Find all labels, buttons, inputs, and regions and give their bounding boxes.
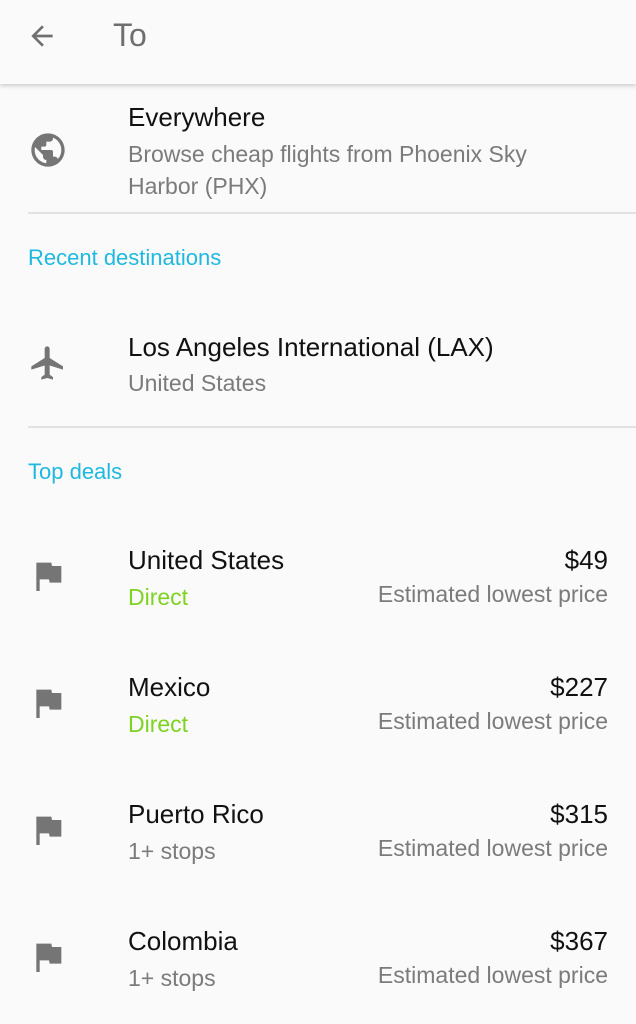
everywhere-title: Everywhere [128,102,266,132]
deal-country: United States [128,545,285,575]
page-title: To [113,17,147,53]
everywhere-subtitle-line2: Harbor (PHX) [128,173,268,199]
top-deals-heading: Top deals [28,459,123,484]
flag-icon [36,562,62,591]
deal-price: $49 [564,545,608,575]
deal-country: Colombia [128,926,238,956]
divider [28,426,636,428]
deal-price-note: Estimated lowest price [377,581,608,607]
deal-price: $315 [550,799,608,829]
airplane-icon [31,346,63,380]
deal-price-note: Estimated lowest price [377,962,608,988]
recent-destinations-heading: Recent destinations [28,245,222,270]
globe-icon [31,133,65,167]
deal-stops: Direct [128,711,189,737]
deal-stops: 1+ stops [128,965,216,991]
deal-price-note: Estimated lowest price [377,835,608,861]
recent-item-subtitle: United States [128,370,267,396]
divider [28,212,636,214]
deal-price: $367 [550,926,608,956]
deal-price-note: Estimated lowest price [377,708,608,734]
everywhere-subtitle-line1: Browse cheap flights from Phoenix Sky [128,141,527,167]
arrow-back-icon[interactable] [26,20,58,52]
recent-item-title: Los Angeles International (LAX) [128,332,494,362]
flag-icon [36,689,62,718]
deal-country: Mexico [128,672,211,702]
flag-icon [36,943,62,972]
flag-icon [36,816,62,845]
deal-stops: Direct [128,584,189,610]
deal-stops: 1+ stops [128,838,216,864]
deal-price: $227 [550,672,608,702]
deal-country: Puerto Rico [128,799,264,829]
app-bar: To [0,0,636,84]
